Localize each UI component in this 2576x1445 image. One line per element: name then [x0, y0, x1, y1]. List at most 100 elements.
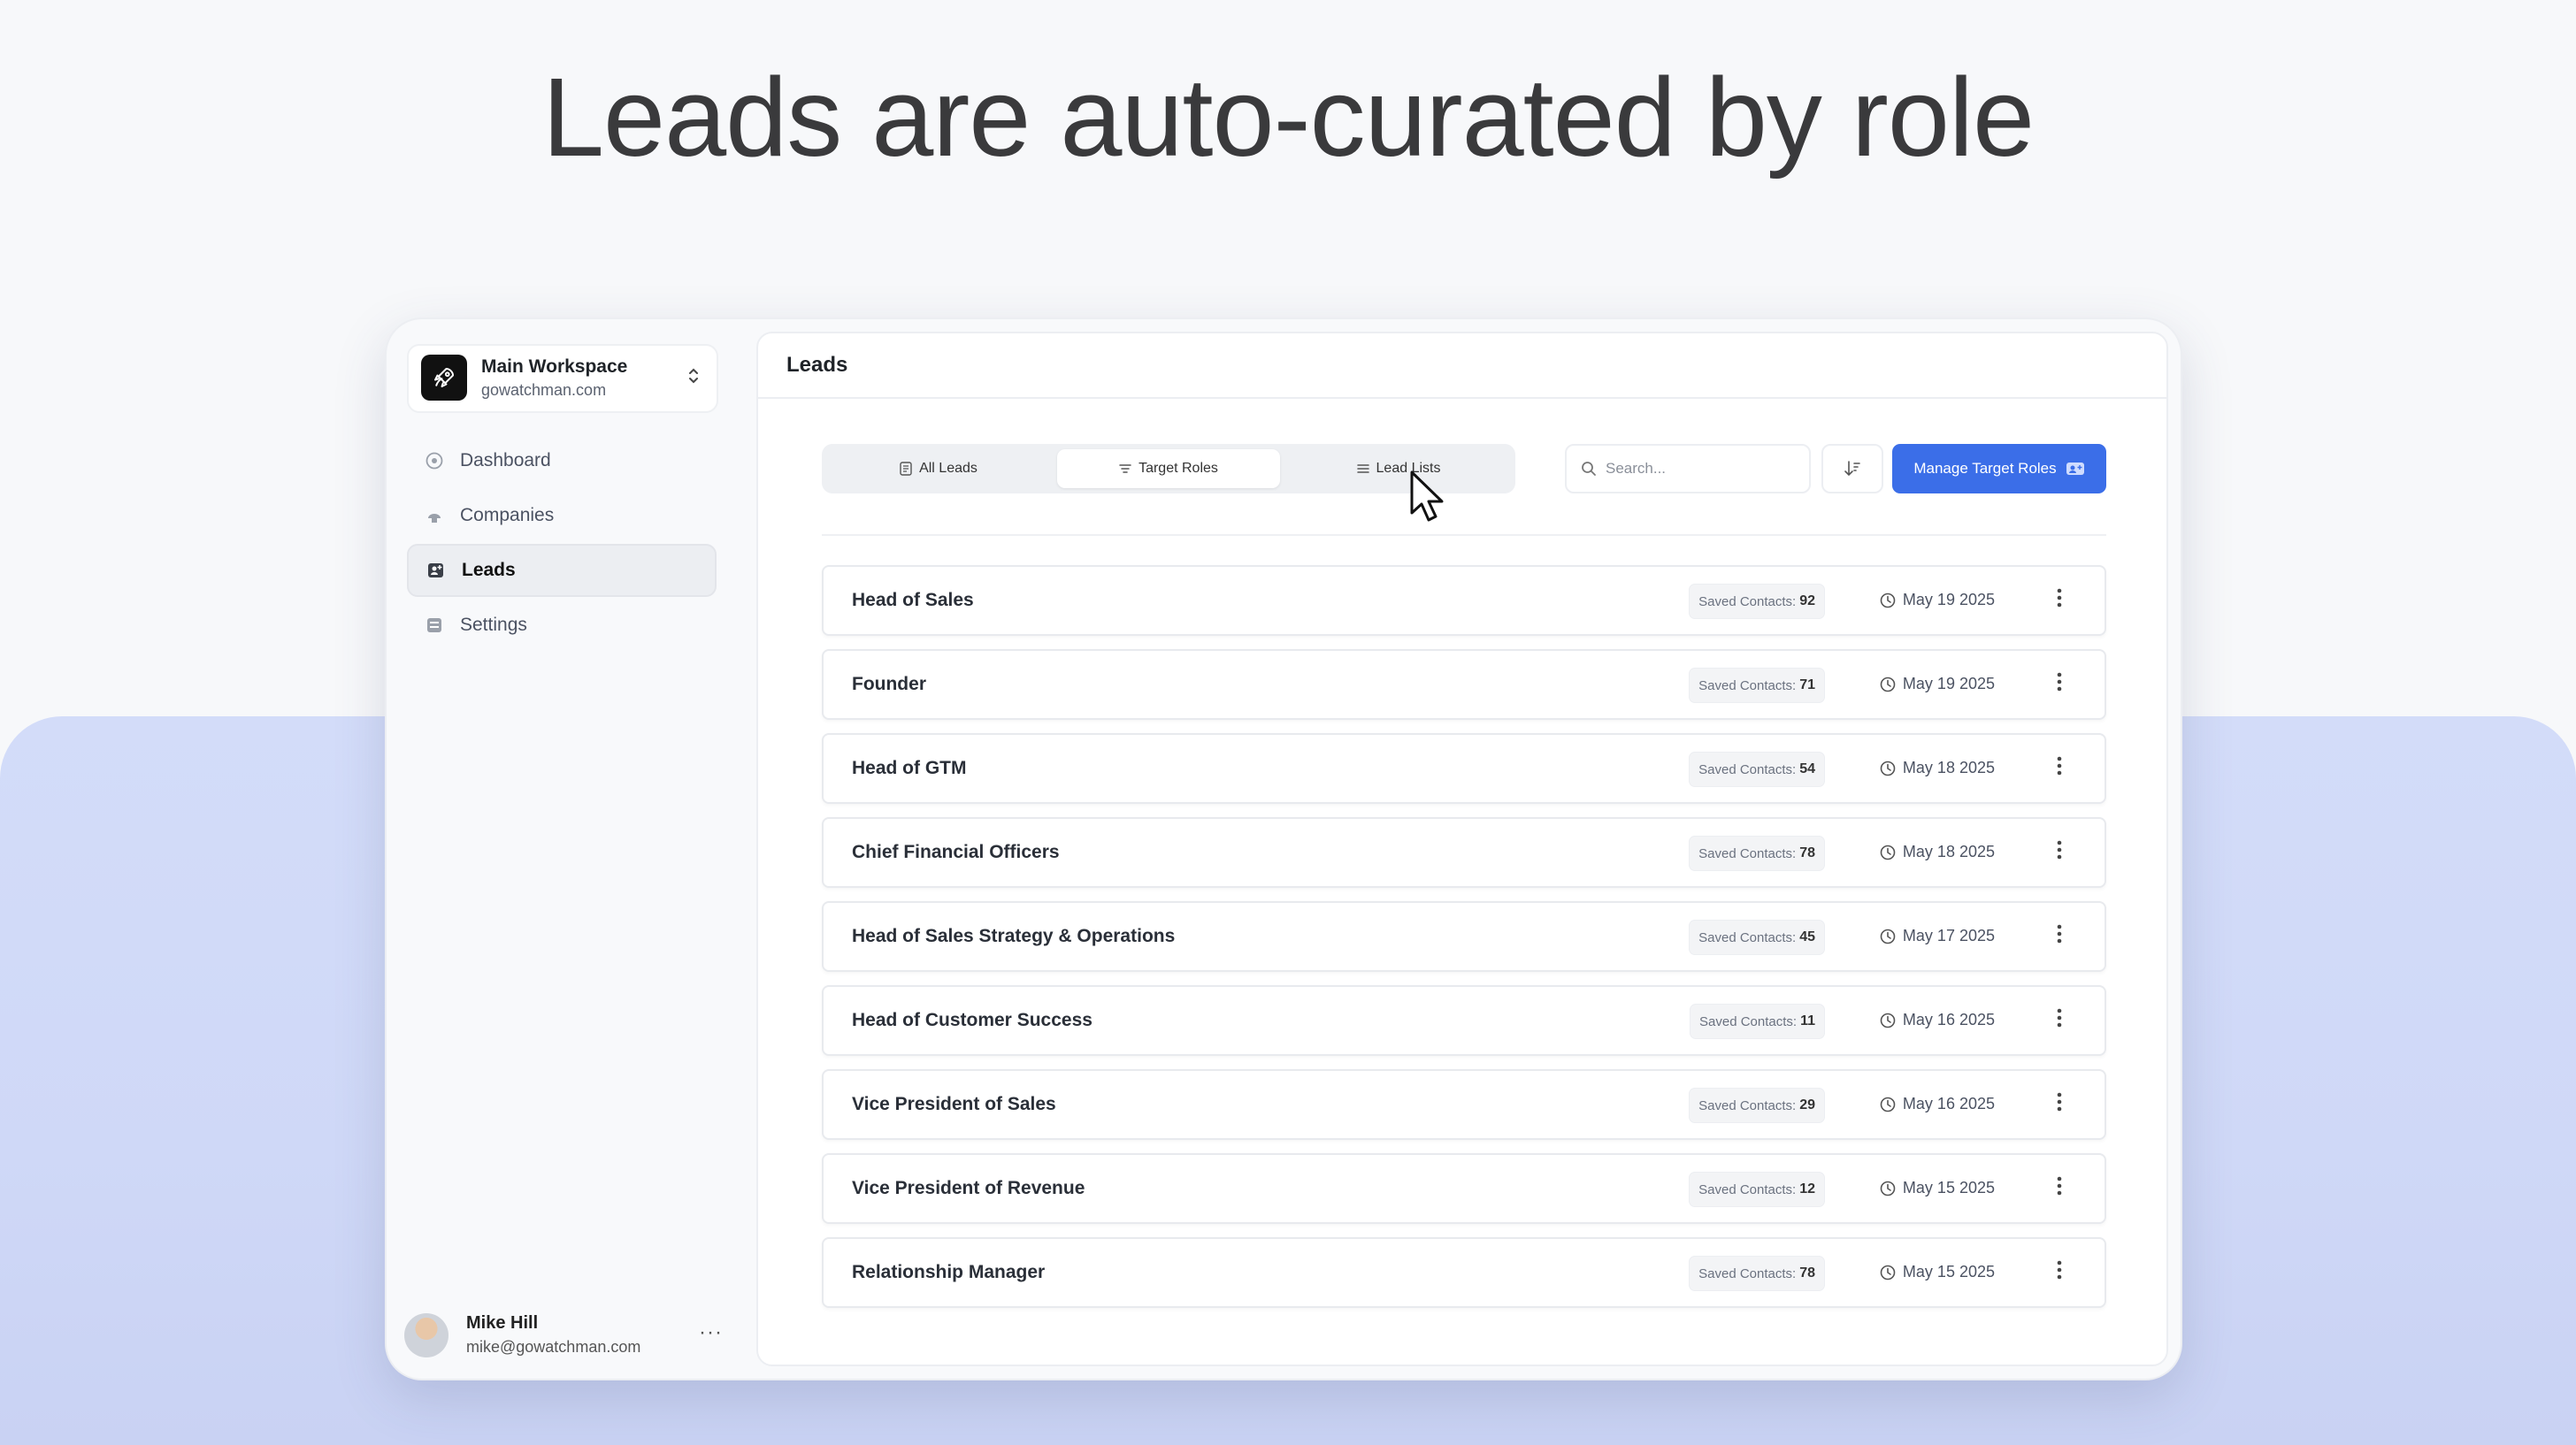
- list-box-icon: [900, 462, 912, 476]
- clock-icon: [1880, 593, 1896, 608]
- clock-icon: [1880, 761, 1896, 776]
- sort-icon: [1844, 461, 1860, 477]
- kebab-menu-icon[interactable]: [2057, 1258, 2062, 1285]
- tab-target-roles[interactable]: Target Roles: [1057, 449, 1280, 488]
- saved-contacts-count: 78: [1799, 845, 1815, 860]
- kebab-menu-icon[interactable]: [2057, 586, 2062, 613]
- date-text: May 18 2025: [1902, 759, 1995, 776]
- kebab-menu-icon[interactable]: [2057, 1090, 2062, 1117]
- role-date: May 16 2025: [1880, 1011, 1995, 1029]
- saved-contacts-label: Saved Contacts:: [1698, 761, 1797, 777]
- kebab-menu-icon[interactable]: [2057, 670, 2062, 697]
- page-title: Leads: [758, 333, 2166, 399]
- user-name: Mike Hill: [466, 1313, 539, 1333]
- role-date: May 15 2025: [1880, 1263, 1995, 1281]
- date-text: May 15 2025: [1902, 1179, 1995, 1197]
- rocket-icon: [421, 355, 467, 401]
- saved-contacts-label: Saved Contacts:: [1698, 929, 1797, 945]
- settings-icon: [425, 615, 444, 635]
- role-date: May 19 2025: [1880, 591, 1995, 609]
- kebab-menu-icon[interactable]: [2057, 1174, 2062, 1201]
- filter-icon: [1119, 464, 1131, 473]
- list-item[interactable]: Head of Sales Saved Contacts: 92 May 19 202…: [822, 565, 2106, 636]
- chevron-updown-icon[interactable]: [686, 365, 701, 392]
- toolbar: All Leads Target Roles Lead Lists Search…: [822, 444, 2106, 495]
- role-title: Founder: [852, 674, 926, 694]
- role-title: Vice President of Revenue: [852, 1178, 1085, 1198]
- sort-button[interactable]: [1821, 444, 1883, 493]
- saved-contacts-label: Saved Contacts:: [1698, 1265, 1797, 1281]
- saved-contacts-badge: Saved Contacts: 11: [1690, 1004, 1825, 1039]
- sidebar-item-companies[interactable]: Companies: [407, 489, 717, 542]
- workspace-switcher[interactable]: Main Workspace gowatchman.com: [407, 344, 718, 413]
- list-item[interactable]: Relationship Manager Saved Contacts: 78 May…: [822, 1237, 2106, 1308]
- sidebar-item-label: Dashboard: [460, 450, 551, 470]
- saved-contacts-count: 78: [1799, 1265, 1815, 1281]
- search-box[interactable]: [1565, 444, 1811, 493]
- saved-contacts-count: 54: [1799, 761, 1815, 776]
- saved-contacts-badge: Saved Contacts: 71: [1689, 668, 1825, 703]
- role-title: Chief Financial Officers: [852, 842, 1060, 862]
- date-text: May 19 2025: [1902, 675, 1995, 692]
- saved-contacts-badge: Saved Contacts: 54: [1689, 752, 1825, 787]
- clock-icon: [1880, 1013, 1896, 1028]
- workspace-name: Main Workspace: [481, 356, 628, 377]
- role-title: Head of Sales Strategy & Operations: [852, 926, 1176, 946]
- role-title: Head of Customer Success: [852, 1010, 1092, 1030]
- saved-contacts-badge: Saved Contacts: 12: [1689, 1172, 1825, 1207]
- role-date: May 16 2025: [1880, 1095, 1995, 1113]
- saved-contacts-label: Saved Contacts:: [1698, 677, 1797, 693]
- manage-target-roles-button[interactable]: Manage Target Roles: [1892, 444, 2106, 493]
- workspace-domain: gowatchman.com: [481, 381, 607, 399]
- saved-contacts-count: 29: [1799, 1097, 1815, 1112]
- user-profile[interactable]: Mike Hill mike@gowatchman.com ···: [404, 1308, 723, 1363]
- list-icon: [1356, 464, 1369, 473]
- tab-lead-lists[interactable]: Lead Lists: [1287, 449, 1510, 488]
- sidebar: Main Workspace gowatchman.com Dashboard …: [387, 319, 763, 1379]
- date-text: May 16 2025: [1902, 1011, 1995, 1028]
- list-item[interactable]: Head of Sales Strategy & Operations Saved…: [822, 901, 2106, 972]
- kebab-menu-icon[interactable]: [2057, 838, 2062, 865]
- list-item[interactable]: Founder Saved Contacts: 71 May 19 2025: [822, 649, 2106, 720]
- date-text: May 16 2025: [1902, 1095, 1995, 1112]
- clock-icon: [1880, 1181, 1896, 1196]
- saved-contacts-badge: Saved Contacts: 78: [1689, 836, 1825, 871]
- sidebar-item-leads[interactable]: Leads: [407, 544, 717, 597]
- sidebar-item-dashboard[interactable]: Dashboard: [407, 434, 717, 487]
- tab-label: All Leads: [919, 461, 978, 476]
- saved-contacts-count: 92: [1799, 593, 1815, 608]
- role-title: Head of GTM: [852, 758, 967, 778]
- clock-icon: [1880, 845, 1896, 860]
- saved-contacts-label: Saved Contacts:: [1698, 1181, 1797, 1197]
- saved-contacts-label: Saved Contacts:: [1698, 845, 1797, 861]
- leads-icon: [426, 561, 446, 580]
- list-item[interactable]: Vice President of Revenue Saved Contacts:…: [822, 1153, 2106, 1224]
- kebab-menu-icon[interactable]: [2057, 1006, 2062, 1033]
- role-date: May 15 2025: [1880, 1179, 1995, 1197]
- role-date: May 18 2025: [1880, 759, 1995, 777]
- sidebar-item-settings[interactable]: Settings: [407, 599, 717, 652]
- date-text: May 18 2025: [1902, 843, 1995, 860]
- button-label: Manage Target Roles: [1913, 460, 2057, 477]
- search-icon: [1582, 462, 1596, 476]
- list-item[interactable]: Head of Customer Success Saved Contacts: 1…: [822, 985, 2106, 1056]
- role-date: May 19 2025: [1880, 675, 1995, 693]
- role-date: May 17 2025: [1880, 927, 1995, 945]
- mouse-cursor-icon: [1410, 470, 1444, 522]
- list-item[interactable]: Head of GTM Saved Contacts: 54 May 18 2025: [822, 733, 2106, 804]
- saved-contacts-count: 71: [1799, 677, 1815, 692]
- more-icon[interactable]: ···: [699, 1320, 723, 1345]
- roles-list: Head of Sales Saved Contacts: 92 May 19 202…: [822, 565, 2106, 1321]
- clock-icon: [1880, 929, 1896, 944]
- saved-contacts-label: Saved Contacts:: [1698, 1097, 1797, 1113]
- kebab-menu-icon[interactable]: [2057, 922, 2062, 949]
- kebab-menu-icon[interactable]: [2057, 754, 2062, 781]
- sidebar-item-label: Leads: [462, 560, 516, 580]
- saved-contacts-badge: Saved Contacts: 78: [1689, 1256, 1825, 1291]
- saved-contacts-label: Saved Contacts:: [1698, 593, 1797, 609]
- saved-contacts-count: 11: [1800, 1013, 1815, 1028]
- list-item[interactable]: Chief Financial Officers Saved Contacts: 7…: [822, 817, 2106, 888]
- list-item[interactable]: Vice President of Sales Saved Contacts: 29…: [822, 1069, 2106, 1140]
- search-input[interactable]: [1604, 459, 1784, 478]
- tab-all-leads[interactable]: All Leads: [827, 449, 1050, 488]
